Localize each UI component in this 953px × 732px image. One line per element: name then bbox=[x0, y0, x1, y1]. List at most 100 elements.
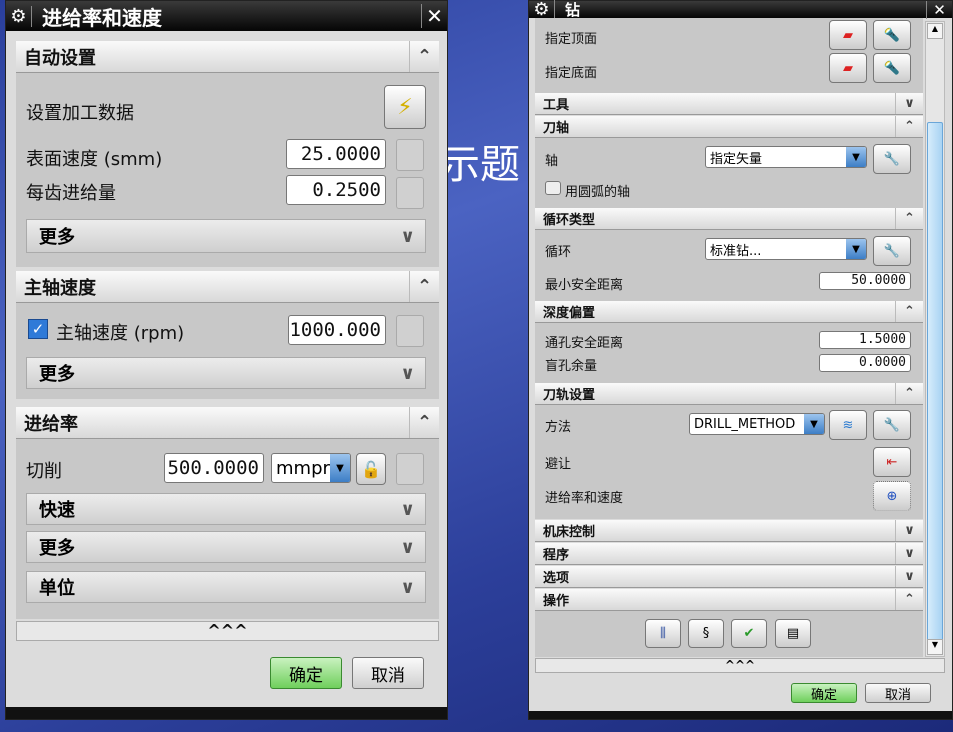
ok-button[interactable]: 确定 bbox=[270, 657, 342, 689]
tool-axis-body: 轴 指定矢量 ▼ 🔧 用圆弧的轴 bbox=[535, 138, 923, 208]
section-depth-offset[interactable]: 深度偏置 ⌃ bbox=[535, 301, 923, 323]
section-title: 深度偏置 bbox=[543, 306, 596, 321]
arc-axis-checkbox[interactable] bbox=[545, 181, 561, 195]
top-face-icon[interactable]: ▰ bbox=[829, 20, 867, 50]
gear-icon[interactable]: ⚙ bbox=[6, 5, 32, 27]
wrench-icon[interactable]: 🔧 bbox=[873, 144, 911, 174]
chevron-down-icon: ∨ bbox=[400, 362, 415, 384]
spindle-checkbox[interactable]: ✓ bbox=[28, 319, 48, 339]
lock-toggle[interactable] bbox=[396, 315, 424, 347]
wrench-icon[interactable]: 🔧 bbox=[873, 410, 911, 440]
method-label: 方法 bbox=[545, 420, 572, 435]
coolant-icon[interactable]: ≋ bbox=[829, 410, 867, 440]
feed-per-tooth-input[interactable]: 0.2500 bbox=[286, 175, 386, 205]
chevron-down-icon[interactable]: ∨ bbox=[895, 520, 923, 541]
section-path-settings[interactable]: 刀轨设置 ⌃ bbox=[535, 383, 923, 405]
more-subsection[interactable]: 更多 ∨ bbox=[26, 531, 426, 563]
dialog-bottom-bar bbox=[6, 707, 447, 719]
bottom-face-icon[interactable]: ▰ bbox=[829, 53, 867, 83]
method-select[interactable]: DRILL_METHOD ▼ bbox=[689, 413, 825, 435]
flashlight-icon[interactable]: 🔦 bbox=[873, 20, 911, 50]
chevron-up-icon[interactable]: ⌃ bbox=[409, 271, 439, 302]
rapid-subsection[interactable]: 快速 ∨ bbox=[26, 493, 426, 525]
section-tool-axis[interactable]: 刀轴 ⌃ bbox=[535, 116, 923, 138]
chevron-down-icon: ▼ bbox=[846, 239, 866, 259]
scrollbar[interactable]: ▲ ▼ bbox=[925, 21, 945, 657]
scroll-up-icon[interactable]: ▲ bbox=[927, 23, 943, 39]
surface-speed-input[interactable]: 25.0000 bbox=[286, 139, 386, 169]
blind-stock-input[interactable]: 0.0000 bbox=[819, 354, 911, 372]
rapid-label: 快速 bbox=[39, 500, 75, 521]
cut-feed-input[interactable]: 500.0000 bbox=[164, 453, 264, 483]
dialog-bottom-bar bbox=[529, 711, 952, 719]
auto-settings-body: 设置加工数据 ⚡ 表面速度 (smm) 25.0000 每齿进给量 0.2500… bbox=[16, 73, 439, 267]
axis-select[interactable]: 指定矢量 ▼ bbox=[705, 146, 867, 168]
cancel-button[interactable]: 取消 bbox=[865, 683, 931, 703]
unlock-icon[interactable]: 🔓 bbox=[356, 453, 386, 485]
chevron-down-icon: ∨ bbox=[400, 576, 415, 598]
lightning-icon[interactable]: ⚡ bbox=[384, 85, 426, 129]
actions-body: ⫼ § ✔ ▤ bbox=[535, 611, 923, 657]
section-machine-control[interactable]: 机床控制 ∨ bbox=[535, 520, 923, 542]
lock-toggle[interactable] bbox=[396, 453, 424, 485]
title-bar: ⚙ 进给率和速度 ✕ bbox=[6, 1, 447, 31]
ok-button[interactable]: 确定 bbox=[791, 683, 857, 703]
chevron-up-icon[interactable]: ⌃ bbox=[409, 407, 439, 438]
chevron-down-icon[interactable]: ∨ bbox=[895, 566, 923, 587]
section-actions[interactable]: 操作 ⌃ bbox=[535, 589, 923, 611]
scroll-thumb[interactable] bbox=[927, 122, 943, 642]
axis-value: 指定矢量 bbox=[710, 151, 763, 167]
cycle-select[interactable]: 标准钻... ▼ bbox=[705, 238, 867, 260]
chevron-up-icon[interactable]: ⌃ bbox=[895, 116, 923, 137]
section-spindle[interactable]: 主轴速度 ⌃ bbox=[16, 271, 439, 303]
surface-speed-label: 表面速度 (smm) bbox=[26, 149, 163, 170]
path-settings-body: 方法 DRILL_METHOD ▼ ≋ 🔧 避让 ⇤ 进给率和速度 ⊕ bbox=[535, 405, 923, 519]
chevron-up-icon[interactable]: ⌃ bbox=[895, 589, 923, 610]
section-tool[interactable]: 工具 ∨ bbox=[535, 93, 923, 115]
gear-icon[interactable]: ⚙ bbox=[529, 0, 555, 20]
blind-stock-label: 盲孔余量 bbox=[545, 359, 598, 374]
list-icon[interactable]: ▤ bbox=[775, 619, 811, 648]
verify-icon[interactable]: ✔ bbox=[731, 619, 767, 648]
unit-select[interactable]: mmpr ▼ bbox=[271, 453, 351, 483]
more-subsection[interactable]: 更多 ∨ bbox=[26, 357, 426, 389]
more-label: 更多 bbox=[39, 227, 75, 248]
chevron-up-icon[interactable]: ⌃ bbox=[895, 301, 923, 322]
expand-button[interactable]: ^^^ bbox=[535, 658, 945, 673]
feeds-speeds-icon[interactable]: ⊕ bbox=[873, 481, 911, 511]
section-options[interactable]: 选项 ∨ bbox=[535, 566, 923, 588]
generate-icon[interactable]: ⫼ bbox=[645, 619, 681, 648]
spindle-speed-input[interactable]: 1000.000 bbox=[288, 315, 386, 345]
avoidance-icon[interactable]: ⇤ bbox=[873, 447, 911, 477]
chevron-up-icon[interactable]: ⌃ bbox=[895, 383, 923, 404]
wrench-icon[interactable]: 🔧 bbox=[873, 236, 911, 266]
cancel-button[interactable]: 取消 bbox=[352, 657, 424, 689]
scroll-down-icon[interactable]: ▼ bbox=[927, 639, 943, 655]
bottom-face-label: 指定底面 bbox=[545, 66, 598, 81]
section-title: 进给率 bbox=[24, 413, 78, 435]
flashlight-icon[interactable]: 🔦 bbox=[873, 53, 911, 83]
section-feed-rate[interactable]: 进给率 ⌃ bbox=[16, 407, 439, 439]
chevron-down-icon[interactable]: ∨ bbox=[895, 93, 923, 114]
expand-button[interactable]: ^^^ bbox=[16, 621, 439, 641]
cut-label: 切削 bbox=[26, 461, 62, 482]
min-clearance-input[interactable]: 50.0000 bbox=[819, 272, 911, 290]
close-icon[interactable]: ✕ bbox=[926, 0, 952, 19]
lock-toggle[interactable] bbox=[396, 139, 424, 171]
units-subsection[interactable]: 单位 ∨ bbox=[26, 571, 426, 603]
dialog-title: 进给率和速度 bbox=[42, 5, 162, 30]
through-clearance-input[interactable]: 1.5000 bbox=[819, 331, 911, 349]
section-program[interactable]: 程序 ∨ bbox=[535, 543, 923, 565]
chevron-up-icon[interactable]: ⌃ bbox=[895, 208, 923, 229]
chevron-up-icon[interactable]: ⌃ bbox=[409, 41, 439, 72]
section-cycle-type[interactable]: 循环类型 ⌃ bbox=[535, 208, 923, 230]
section-title: 工具 bbox=[543, 98, 570, 113]
lock-toggle[interactable] bbox=[396, 177, 424, 209]
chevron-down-icon[interactable]: ∨ bbox=[895, 543, 923, 564]
spindle-body: ✓ 主轴速度 (rpm) 1000.000 更多 ∨ bbox=[16, 303, 439, 399]
cycle-value: 标准钻... bbox=[710, 243, 762, 259]
section-auto-settings[interactable]: 自动设置 ⌃ bbox=[16, 41, 439, 73]
more-subsection[interactable]: 更多 ∨ bbox=[26, 219, 426, 253]
replay-icon[interactable]: § bbox=[688, 619, 724, 648]
close-icon[interactable]: ✕ bbox=[421, 4, 447, 28]
